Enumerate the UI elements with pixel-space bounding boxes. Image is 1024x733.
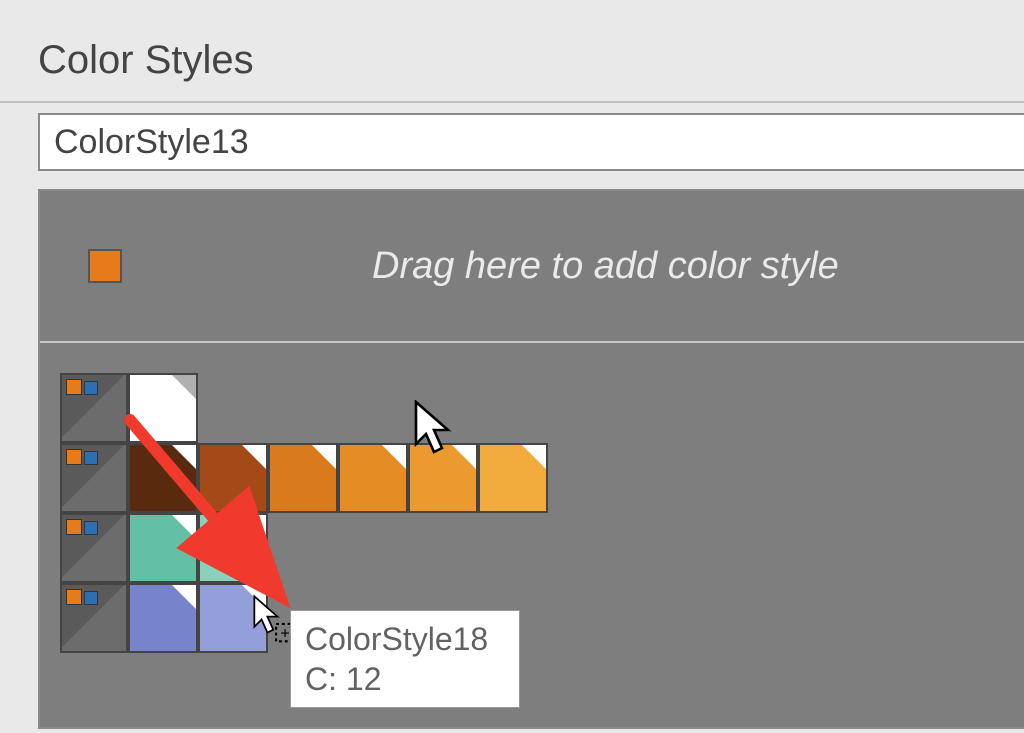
- style-row[interactable]: [60, 443, 1024, 513]
- color-swatch[interactable]: [478, 443, 548, 513]
- harmony-group-icon[interactable]: [60, 513, 128, 583]
- style-row[interactable]: [60, 373, 1024, 443]
- tooltip-color-value: C: 12: [305, 659, 505, 699]
- drop-hint-text: Drag here to add color style: [372, 245, 839, 288]
- panel-title: Color Styles: [38, 38, 1024, 83]
- style-rows: [40, 343, 1024, 653]
- color-swatch[interactable]: [128, 513, 198, 583]
- color-swatch[interactable]: [128, 373, 198, 443]
- color-swatch[interactable]: [128, 443, 198, 513]
- color-swatch[interactable]: [128, 583, 198, 653]
- color-swatch[interactable]: [408, 443, 478, 513]
- harmony-group-icon[interactable]: [60, 373, 128, 443]
- color-swatch[interactable]: [198, 443, 268, 513]
- separator: [0, 101, 1024, 103]
- harmony-group-icon[interactable]: [60, 583, 128, 653]
- style-name-input[interactable]: [38, 113, 1024, 171]
- swatch-area[interactable]: Drag here to add color style: [38, 189, 1024, 729]
- drop-zone[interactable]: Drag here to add color style: [40, 191, 1024, 341]
- preview-swatch: [88, 249, 122, 283]
- tooltip-style-name: ColorStyle18: [305, 619, 505, 659]
- harmony-group-icon[interactable]: [60, 443, 128, 513]
- color-swatch[interactable]: [268, 443, 338, 513]
- color-swatch[interactable]: [338, 443, 408, 513]
- swatch-tooltip: ColorStyle18 C: 12: [290, 610, 520, 708]
- color-swatch[interactable]: [198, 583, 268, 653]
- style-row[interactable]: [60, 583, 1024, 653]
- color-swatch[interactable]: [198, 513, 268, 583]
- style-row[interactable]: [60, 513, 1024, 583]
